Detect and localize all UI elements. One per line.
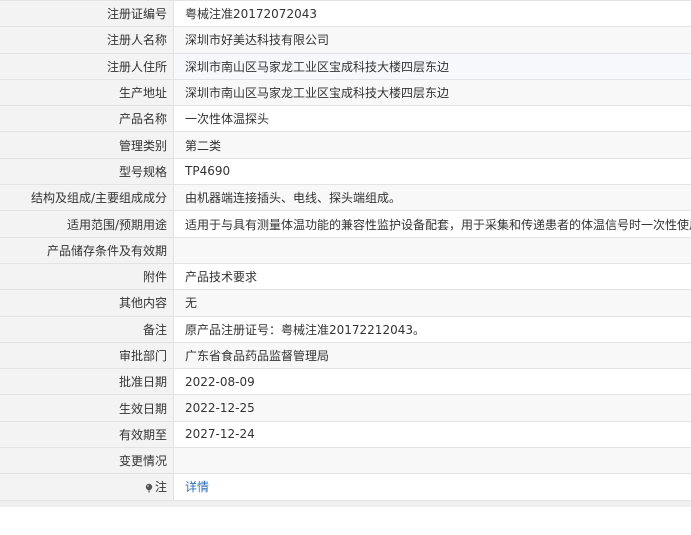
- label-structure-composition: 结构及组成/主要组成成分: [0, 185, 174, 211]
- label-registration-number: 注册证编号: [0, 1, 174, 27]
- row-expiry-date: 有效期至 2027-12-24: [0, 421, 691, 449]
- row-remarks: 备注 原产品注册证号：粤械注准20172212043。: [0, 316, 691, 343]
- row-product-name: 产品名称 一次性体温探头: [0, 106, 691, 133]
- label-product-name: 产品名称: [0, 106, 174, 132]
- label-registrant-name: 注册人名称: [0, 27, 174, 53]
- value-structure-composition: 由机器端连接插头、电线、探头端组成。: [185, 191, 402, 206]
- row-attachment: 附件 产品技术要求: [0, 263, 691, 291]
- value-attachment: 产品技术要求: [185, 270, 258, 285]
- row-production-address: 生产地址 深圳市南山区马家龙工业区宝成科技大楼四层东边: [0, 79, 691, 107]
- row-management-class: 管理类别 第二类: [0, 132, 691, 159]
- label-effective-date: 生效日期: [0, 395, 174, 421]
- label-other-content: 其他内容: [0, 290, 174, 316]
- row-change-history: 变更情况: [0, 448, 691, 475]
- value-model-spec: TP4690: [185, 164, 231, 179]
- value-change-history: [174, 448, 691, 473]
- row-registrant-name: 注册人名称 深圳市好美达科技有限公司: [0, 27, 691, 54]
- row-model-spec: 型号规格 TP4690: [0, 158, 691, 186]
- value-remarks: 原产品注册证号：粤械注准20172212043。: [185, 322, 425, 337]
- value-intended-use: 适用于与具有测量体温功能的兼容性监护设备配套，用于采集和传递患者的体温信号时一次…: [185, 217, 691, 232]
- row-effective-date: 生效日期 2022-12-25: [0, 395, 691, 422]
- value-other-content: 无: [185, 296, 198, 311]
- value-registrant-address: 深圳市南山区马家龙工业区宝成科技大楼四层东边: [185, 59, 450, 74]
- label-approval-department: 审批部门: [0, 342, 174, 369]
- footer-strip: [0, 500, 691, 507]
- label-production-address: 生产地址: [0, 79, 174, 106]
- label-expiry-date: 有效期至: [0, 421, 174, 448]
- value-management-class: 第二类: [185, 138, 222, 153]
- value-approval-date: 2022-08-09: [185, 374, 255, 389]
- details-link[interactable]: 详情: [185, 478, 209, 495]
- label-intended-use: 适用范围/预期用途: [0, 211, 174, 237]
- row-other-content: 其他内容 无: [0, 290, 691, 317]
- value-storage-validity: [174, 238, 691, 263]
- label-remarks: 备注: [0, 316, 174, 342]
- registration-detail-table: 注册证编号 粤械注准20172072043 注册人名称 深圳市好美达科技有限公司…: [0, 0, 691, 501]
- value-registration-number: 粤械注准20172072043: [185, 7, 317, 22]
- row-approval-date: 批准日期 2022-08-09: [0, 369, 691, 396]
- value-production-address: 深圳市南山区马家龙工业区宝成科技大楼四层东边: [185, 86, 450, 101]
- label-model-spec: 型号规格: [0, 158, 174, 185]
- label-change-history: 变更情况: [0, 448, 174, 474]
- label-approval-date: 批准日期: [0, 369, 174, 395]
- value-note: 详情: [174, 474, 691, 499]
- label-attachment: 附件: [0, 263, 174, 290]
- row-registration-number: 注册证编号 粤械注准20172072043: [0, 1, 691, 28]
- row-registrant-address: 注册人住所 深圳市南山区马家龙工业区宝成科技大楼四层东边: [0, 53, 691, 80]
- row-storage-validity: 产品储存条件及有效期: [0, 237, 691, 264]
- label-note-text: 注: [154, 480, 167, 495]
- label-registrant-address: 注册人住所: [0, 53, 174, 79]
- row-note: 注 详情: [0, 474, 691, 501]
- label-storage-validity: 产品储存条件及有效期: [0, 237, 174, 263]
- value-expiry-date: 2027-12-24: [185, 427, 255, 442]
- value-approval-department: 广东省食品药品监督管理局: [185, 349, 330, 363]
- label-management-class: 管理类别: [0, 132, 174, 158]
- label-note: 注: [0, 474, 174, 500]
- row-approval-department: 审批部门 广东省食品药品监督管理局: [0, 342, 691, 370]
- value-registrant-name: 深圳市好美达科技有限公司: [185, 33, 330, 48]
- row-structure-composition: 结构及组成/主要组成成分 由机器端连接插头、电线、探头端组成。: [0, 185, 691, 212]
- value-product-name: 一次性体温探头: [185, 112, 270, 127]
- value-effective-date: 2022-12-25: [185, 401, 255, 416]
- pin-icon: [144, 482, 154, 493]
- row-intended-use: 适用范围/预期用途 适用于与具有测量体温功能的兼容性监护设备配套，用于采集和传递…: [0, 211, 691, 238]
